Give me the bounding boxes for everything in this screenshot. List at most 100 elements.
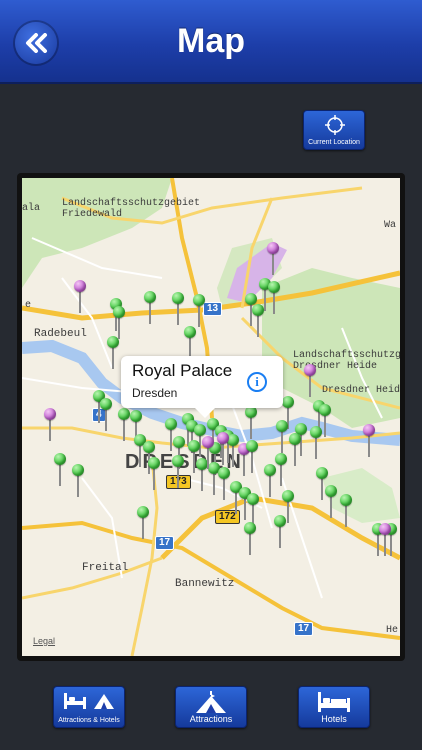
pin-head bbox=[340, 494, 352, 506]
pin-head bbox=[137, 506, 149, 518]
pin-head bbox=[173, 436, 185, 448]
pin-head bbox=[304, 364, 316, 376]
pin-stick bbox=[49, 419, 51, 441]
highway-shield: 13 bbox=[203, 302, 223, 316]
pin-stick bbox=[244, 498, 246, 520]
pin-head bbox=[107, 336, 119, 348]
pin-head bbox=[118, 408, 130, 420]
nav-bar: Map bbox=[0, 0, 422, 84]
pin-head bbox=[144, 291, 156, 303]
pin-head bbox=[74, 280, 86, 292]
pin-head bbox=[217, 432, 229, 444]
purple-map-pin[interactable] bbox=[379, 523, 391, 567]
place-label: Freital bbox=[82, 562, 129, 574]
pin-stick bbox=[139, 445, 141, 467]
pin-stick bbox=[321, 478, 323, 500]
pin-stick bbox=[250, 417, 252, 439]
legal-link[interactable]: Legal bbox=[33, 636, 55, 646]
green-map-pin[interactable] bbox=[54, 453, 66, 497]
pin-stick bbox=[223, 478, 225, 500]
green-map-pin[interactable] bbox=[107, 336, 119, 380]
pin-stick bbox=[243, 454, 245, 476]
pin-head bbox=[247, 493, 259, 505]
pin-head bbox=[282, 490, 294, 502]
pin-stick bbox=[368, 435, 370, 457]
pin-stick bbox=[149, 302, 151, 324]
pin-stick bbox=[309, 375, 311, 397]
pin-head bbox=[188, 440, 200, 452]
pin-stick bbox=[294, 444, 296, 466]
callout-title: Royal Palace bbox=[132, 361, 233, 380]
pin-stick bbox=[330, 496, 332, 518]
pin-stick bbox=[198, 305, 200, 327]
pin-stick bbox=[272, 253, 274, 275]
bed-icon bbox=[318, 692, 350, 712]
pin-stick bbox=[264, 289, 266, 311]
green-map-pin[interactable] bbox=[264, 464, 276, 508]
place-label: Radebeul bbox=[34, 328, 87, 340]
current-location-button[interactable]: Current Location bbox=[303, 110, 365, 150]
pin-stick bbox=[222, 443, 224, 465]
pin-stick bbox=[232, 445, 234, 467]
green-map-pin[interactable] bbox=[325, 485, 337, 529]
pin-stick bbox=[193, 451, 195, 473]
tab-attractions-hotels[interactable]: Attractions & Hotels bbox=[53, 686, 125, 728]
info-icon[interactable]: i bbox=[247, 372, 267, 392]
edge-label: e bbox=[25, 300, 32, 311]
tab-label: Attractions bbox=[189, 714, 233, 724]
green-map-pin[interactable] bbox=[172, 292, 184, 336]
pin-head bbox=[165, 418, 177, 430]
tab-label: Hotels bbox=[321, 714, 347, 724]
pin-head bbox=[252, 304, 264, 316]
green-map-pin[interactable] bbox=[274, 515, 286, 559]
purple-map-pin[interactable] bbox=[363, 424, 375, 468]
nature-reserve-label: Landschaftsschutzgebiet Friedewald bbox=[62, 198, 201, 220]
green-map-pin[interactable] bbox=[148, 457, 160, 501]
pin-head bbox=[54, 453, 66, 465]
green-map-pin[interactable] bbox=[144, 291, 156, 335]
pin-head bbox=[100, 398, 112, 410]
map-callout[interactable]: Royal Palace Dresden i bbox=[121, 356, 283, 418]
edge-label: ala bbox=[22, 203, 41, 214]
pin-head bbox=[275, 453, 287, 465]
purple-map-pin[interactable] bbox=[217, 432, 229, 476]
pin-head bbox=[363, 424, 375, 436]
pin-stick bbox=[345, 505, 347, 527]
tab-hotels[interactable]: Hotels bbox=[298, 686, 370, 728]
pin-head bbox=[282, 396, 294, 408]
pin-head bbox=[276, 420, 288, 432]
pin-head bbox=[202, 436, 214, 448]
green-map-pin[interactable] bbox=[137, 506, 149, 550]
pin-head bbox=[148, 457, 160, 469]
map-view[interactable]: Landschaftsschutzgebiet Friedewald Lands… bbox=[22, 178, 400, 656]
purple-map-pin[interactable] bbox=[202, 436, 214, 480]
green-map-pin[interactable] bbox=[172, 455, 184, 499]
green-map-pin[interactable] bbox=[246, 440, 258, 484]
green-map-pin[interactable] bbox=[252, 304, 264, 348]
callout-subtitle: Dresden bbox=[132, 386, 178, 400]
tent-icon bbox=[196, 691, 226, 713]
place-label: Bannewitz bbox=[175, 578, 235, 590]
pin-stick bbox=[142, 517, 144, 539]
purple-map-pin[interactable] bbox=[74, 280, 86, 324]
green-map-pin[interactable] bbox=[118, 408, 130, 452]
pin-stick bbox=[281, 431, 283, 453]
pin-head bbox=[268, 281, 280, 293]
highway-shield: 17 bbox=[155, 536, 175, 550]
green-map-pin[interactable] bbox=[310, 426, 322, 470]
pin-head bbox=[113, 306, 125, 318]
green-map-pin[interactable] bbox=[72, 464, 84, 508]
pin-stick bbox=[249, 533, 251, 555]
green-map-pin[interactable] bbox=[340, 494, 352, 538]
purple-map-pin[interactable] bbox=[44, 408, 56, 452]
crosshair-icon bbox=[325, 115, 345, 135]
pin-head bbox=[274, 515, 286, 527]
tab-attractions[interactable]: Attractions bbox=[175, 686, 247, 728]
green-map-pin[interactable] bbox=[268, 281, 280, 325]
pin-stick bbox=[269, 475, 271, 497]
green-map-pin[interactable] bbox=[244, 522, 256, 566]
green-map-pin[interactable] bbox=[100, 398, 112, 442]
tab-label: Attractions & Hotels bbox=[58, 717, 120, 724]
green-map-pin[interactable] bbox=[289, 433, 301, 477]
pin-head bbox=[325, 485, 337, 497]
